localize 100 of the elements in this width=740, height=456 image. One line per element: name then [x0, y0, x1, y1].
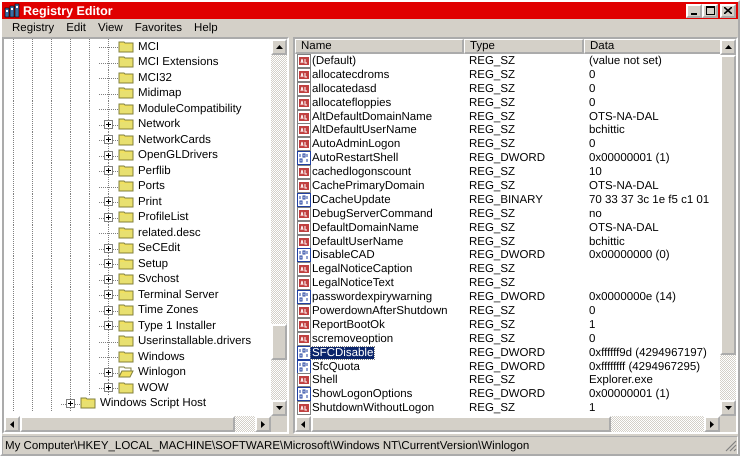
expand-icon[interactable] — [104, 321, 113, 330]
value-type: REG_SZ — [468, 96, 516, 109]
value-name[interactable]: allocatecdroms — [311, 68, 390, 81]
value-data: OTS-NA-DAL — [588, 222, 660, 234]
tree-item[interactable]: Terminal Server — [137, 288, 220, 301]
close-button[interactable] — [720, 4, 736, 18]
expand-icon[interactable] — [104, 368, 113, 377]
minimize-button[interactable] — [686, 4, 702, 18]
tree-item[interactable]: OpenGLDrivers — [137, 149, 219, 162]
expand-icon[interactable] — [104, 383, 113, 392]
resize-grip-icon[interactable] — [725, 440, 737, 452]
string-value-icon — [297, 304, 311, 318]
tree-item[interactable]: MCI32 — [137, 72, 173, 84]
tree-item[interactable]: Type 1 Installer — [137, 320, 217, 332]
expand-icon[interactable] — [104, 197, 113, 206]
horizontal-scrollbar[interactable] — [295, 416, 720, 432]
tree-item[interactable]: Windows Script Host — [99, 397, 208, 410]
scroll-thumb[interactable] — [20, 416, 235, 432]
value-name[interactable]: CachePrimaryDomain — [311, 180, 426, 192]
expand-icon[interactable] — [66, 398, 75, 408]
horizontal-scrollbar[interactable] — [4, 416, 271, 432]
value-name[interactable]: AutoAdminLogon — [311, 138, 402, 150]
menu-item[interactable]: Help — [188, 22, 224, 34]
column-header[interactable]: Type — [464, 39, 584, 54]
column-header[interactable]: Name — [295, 39, 464, 54]
scroll-thumb[interactable] — [311, 416, 611, 432]
tree-item[interactable]: Midimap — [137, 87, 182, 100]
string-value-icon — [297, 234, 311, 249]
value-name[interactable]: AltDefaultUserName — [311, 124, 418, 136]
vertical-scrollbar[interactable] — [720, 39, 736, 416]
tree-item[interactable]: Perflib — [137, 164, 172, 177]
scroll-thumb[interactable] — [720, 55, 736, 355]
tree-item[interactable]: ModuleCompatibility — [137, 102, 243, 115]
value-name[interactable]: AltDefaultDomainName — [311, 110, 434, 123]
value-name[interactable]: scremoveoption — [311, 332, 394, 345]
tree-item[interactable]: Windows — [137, 350, 186, 363]
value-name[interactable]: ShowLogonOptions — [311, 388, 414, 400]
tree-item[interactable]: NetworkCards — [137, 134, 212, 146]
tree-item[interactable]: Print — [137, 196, 163, 208]
tree-item[interactable]: Time Zones — [137, 304, 200, 316]
scrollbar-corner — [271, 416, 287, 432]
value-data: 0xffffff9d (4294967197) — [588, 346, 708, 359]
maximize-button[interactable] — [702, 4, 718, 18]
expand-icon[interactable] — [104, 244, 113, 253]
value-data: 0 — [588, 96, 596, 109]
value-name[interactable]: Shell — [311, 374, 339, 386]
tree-item[interactable]: related.desc — [137, 226, 202, 239]
value-name[interactable]: ShutdownWithoutLogon — [311, 402, 436, 414]
value-name[interactable]: DebugServerCommand — [311, 208, 434, 220]
expand-icon[interactable] — [104, 259, 113, 268]
value-name[interactable]: (Default) — [311, 54, 358, 67]
value-name[interactable]: cachedlogonscount — [311, 166, 412, 178]
tree-item[interactable]: MCI — [137, 40, 160, 53]
menu-item[interactable]: Registry — [6, 22, 60, 34]
value-name[interactable]: DefaultUserName — [311, 236, 404, 248]
tree-item[interactable]: SeCEdit — [137, 242, 182, 254]
value-name[interactable]: PowerdownAfterShutdown — [311, 304, 449, 317]
value-name[interactable]: passwordexpirywarning — [311, 291, 434, 304]
right-arrow-icon — [710, 420, 714, 428]
expand-icon[interactable] — [104, 306, 113, 315]
menu-item[interactable]: View — [92, 22, 129, 34]
value-name[interactable]: AutoRestartShell — [311, 152, 400, 164]
value-data: 0 — [588, 68, 596, 81]
menu-item[interactable]: Edit — [60, 22, 92, 34]
scroll-thumb[interactable] — [271, 324, 287, 360]
value-name[interactable]: LegalNoticeText — [311, 277, 395, 290]
tree-item[interactable]: MCI Extensions — [137, 56, 220, 68]
string-value-icon — [297, 82, 311, 96]
value-name[interactable]: allocatefloppies — [311, 96, 392, 109]
value-name[interactable]: ReportBootOk — [311, 318, 386, 331]
tree-item[interactable]: ProfileList — [137, 211, 190, 224]
value-name[interactable]: DisableCAD — [311, 249, 376, 262]
vertical-scrollbar[interactable] — [271, 39, 287, 416]
value-name[interactable]: SfcQuota — [311, 360, 361, 373]
tree-item[interactable]: Userinstallable.drivers — [137, 335, 252, 348]
expand-icon[interactable] — [104, 290, 113, 300]
value-name[interactable]: allocatedasd — [311, 82, 378, 95]
string-value-icon — [297, 123, 311, 138]
value-name[interactable]: DefaultDomainName — [311, 222, 420, 234]
expand-icon[interactable] — [104, 166, 113, 176]
tree-item[interactable]: WOW — [137, 382, 170, 394]
value-data: 0 — [588, 304, 596, 317]
menu-item[interactable]: Favorites — [128, 22, 188, 34]
left-arrow-icon — [301, 420, 305, 428]
column-header[interactable]: Data — [584, 39, 720, 54]
tree-item[interactable]: Winlogon — [137, 366, 187, 378]
string-value-icon — [297, 373, 311, 388]
expand-icon[interactable] — [104, 150, 113, 160]
expand-icon[interactable] — [104, 274, 113, 284]
tree-item[interactable]: Svchost — [137, 273, 180, 286]
value-name[interactable]: LegalNoticeCaption — [311, 263, 414, 276]
expand-icon[interactable] — [104, 135, 113, 144]
value-name[interactable]: DCacheUpdate — [311, 194, 392, 206]
tree-item[interactable]: Network — [137, 118, 182, 130]
tree-item[interactable]: Ports — [137, 180, 166, 192]
expand-icon[interactable] — [104, 212, 113, 222]
value-name[interactable]: SFCDisable — [311, 346, 374, 359]
tree-item[interactable]: Setup — [137, 258, 170, 270]
up-arrow-icon — [276, 45, 282, 49]
expand-icon[interactable] — [104, 120, 113, 129]
